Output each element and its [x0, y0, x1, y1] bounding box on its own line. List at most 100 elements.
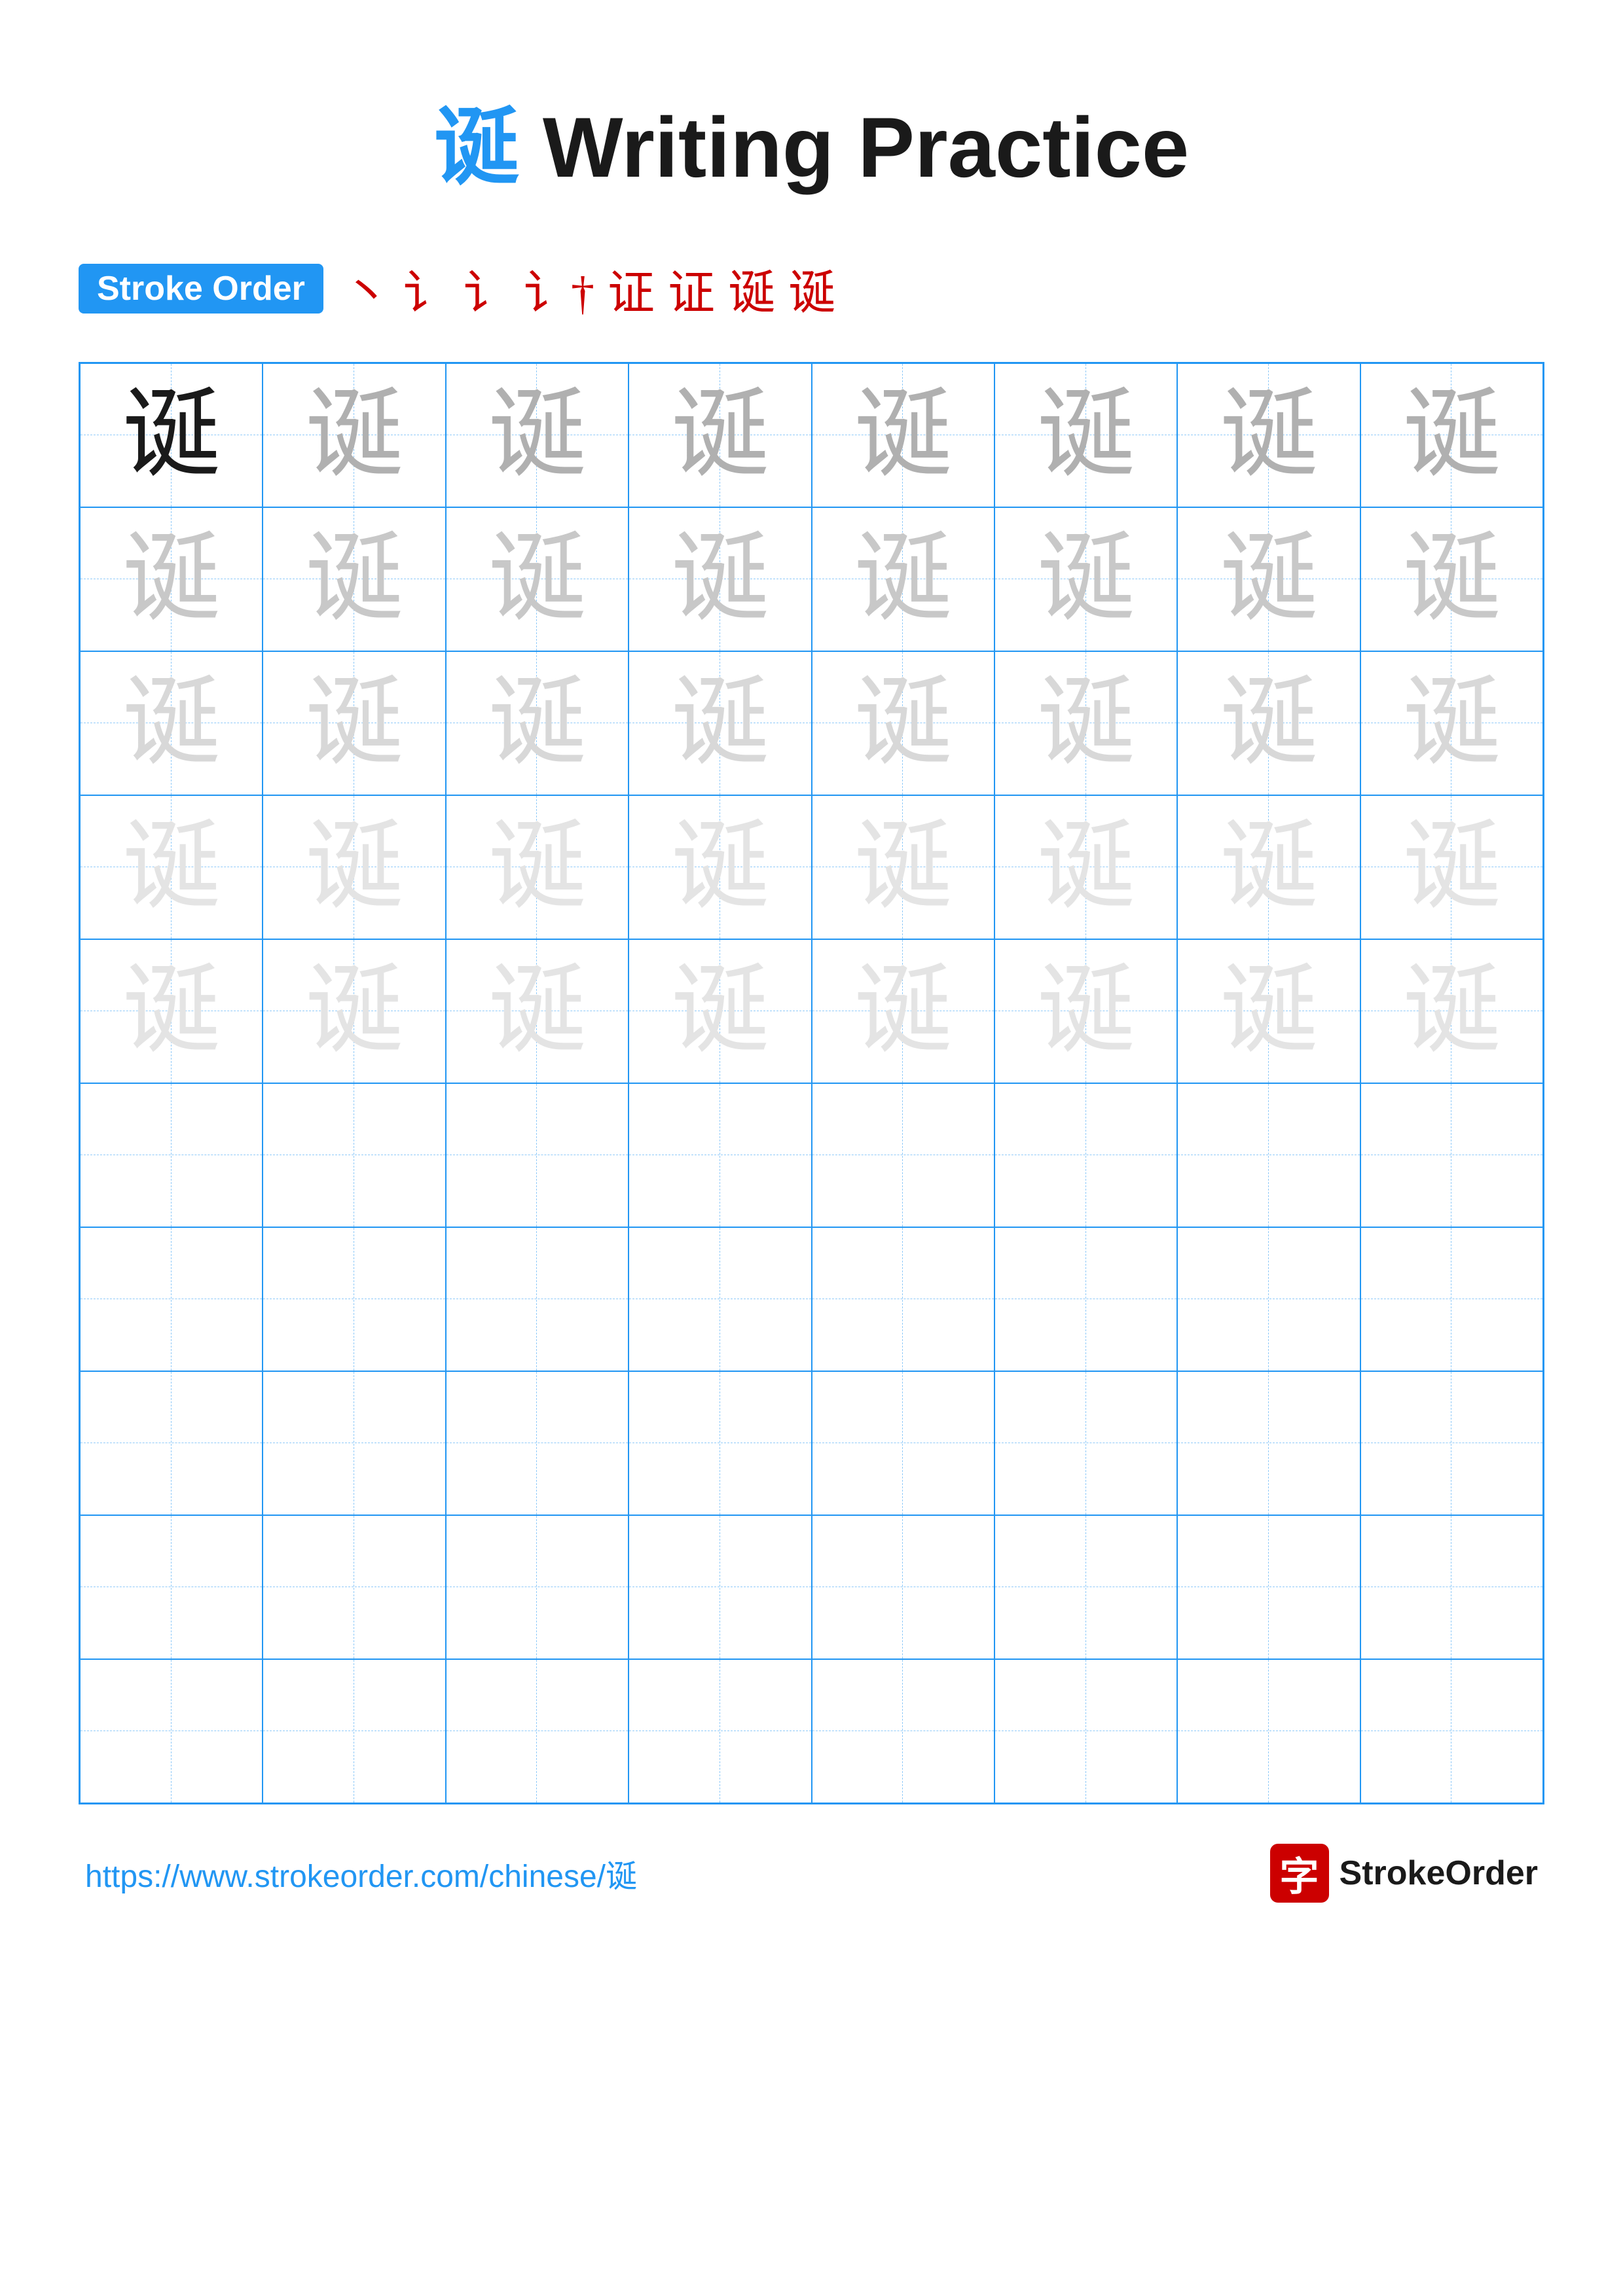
grid-cell-r3c4[interactable]: 诞 — [629, 651, 811, 795]
practice-char: 诞 — [305, 962, 403, 1060]
grid-cell-r1c3[interactable]: 诞 — [446, 363, 629, 507]
practice-char: 诞 — [488, 674, 586, 772]
grid-cell-r8c4[interactable] — [629, 1371, 811, 1515]
grid-cell-r9c5[interactable] — [812, 1515, 994, 1659]
grid-cell-r5c1[interactable]: 诞 — [80, 939, 263, 1083]
practice-char: 诞 — [1037, 530, 1135, 628]
grid-cell-r6c6[interactable] — [994, 1083, 1177, 1227]
page-title: 诞 Writing Practice — [79, 79, 1544, 202]
grid-cell-r6c7[interactable] — [1177, 1083, 1360, 1227]
grid-cell-r9c8[interactable] — [1360, 1515, 1543, 1659]
grid-cell-r5c7[interactable]: 诞 — [1177, 939, 1360, 1083]
grid-cell-r2c4[interactable]: 诞 — [629, 507, 811, 651]
grid-cell-r5c5[interactable]: 诞 — [812, 939, 994, 1083]
grid-cell-r2c8[interactable]: 诞 — [1360, 507, 1543, 651]
grid-cell-r7c1[interactable] — [80, 1227, 263, 1371]
grid-cell-r5c6[interactable]: 诞 — [994, 939, 1177, 1083]
practice-char: 诞 — [305, 818, 403, 916]
grid-cell-r1c7[interactable]: 诞 — [1177, 363, 1360, 507]
grid-cell-r9c3[interactable] — [446, 1515, 629, 1659]
grid-cell-r6c1[interactable] — [80, 1083, 263, 1227]
grid-cell-r1c5[interactable]: 诞 — [812, 363, 994, 507]
footer-url[interactable]: https://www.strokeorder.com/chinese/诞 — [85, 1850, 637, 1896]
grid-cell-r10c4[interactable] — [629, 1659, 811, 1803]
stroke-step-1: 丶 — [343, 254, 390, 323]
grid-cell-r10c1[interactable] — [80, 1659, 263, 1803]
grid-cell-r3c2[interactable]: 诞 — [263, 651, 445, 795]
grid-cell-r2c2[interactable]: 诞 — [263, 507, 445, 651]
grid-cell-r6c3[interactable] — [446, 1083, 629, 1227]
grid-cell-r5c4[interactable]: 诞 — [629, 939, 811, 1083]
grid-cell-r9c1[interactable] — [80, 1515, 263, 1659]
grid-cell-r1c1[interactable]: 诞 — [80, 363, 263, 507]
grid-cell-r10c5[interactable] — [812, 1659, 994, 1803]
grid-cell-r1c4[interactable]: 诞 — [629, 363, 811, 507]
grid-cell-r2c6[interactable]: 诞 — [994, 507, 1177, 651]
practice-char: 诞 — [1037, 818, 1135, 916]
practice-char: 诞 — [854, 674, 952, 772]
grid-cell-r1c6[interactable]: 诞 — [994, 363, 1177, 507]
grid-cell-r3c6[interactable]: 诞 — [994, 651, 1177, 795]
grid-cell-r6c4[interactable] — [629, 1083, 811, 1227]
grid-cell-r4c4[interactable]: 诞 — [629, 795, 811, 939]
grid-cell-r4c5[interactable]: 诞 — [812, 795, 994, 939]
grid-cell-r9c6[interactable] — [994, 1515, 1177, 1659]
grid-cell-r7c3[interactable] — [446, 1227, 629, 1371]
grid-cell-r7c5[interactable] — [812, 1227, 994, 1371]
grid-cell-r8c7[interactable] — [1177, 1371, 1360, 1515]
grid-cell-r6c5[interactable] — [812, 1083, 994, 1227]
grid-cell-r4c1[interactable]: 诞 — [80, 795, 263, 939]
grid-cell-r1c2[interactable]: 诞 — [263, 363, 445, 507]
grid-cell-r5c8[interactable]: 诞 — [1360, 939, 1543, 1083]
grid-cell-r3c8[interactable]: 诞 — [1360, 651, 1543, 795]
grid-cell-r10c6[interactable] — [994, 1659, 1177, 1803]
grid-cell-r4c2[interactable]: 诞 — [263, 795, 445, 939]
grid-cell-r7c6[interactable] — [994, 1227, 1177, 1371]
practice-char: 诞 — [122, 818, 221, 916]
grid-cell-r10c3[interactable] — [446, 1659, 629, 1803]
grid-cell-r8c1[interactable] — [80, 1371, 263, 1515]
grid-cell-r1c8[interactable]: 诞 — [1360, 363, 1543, 507]
grid-cell-r10c2[interactable] — [263, 1659, 445, 1803]
practice-char: 诞 — [1220, 818, 1318, 916]
grid-cell-r9c2[interactable] — [263, 1515, 445, 1659]
grid-cell-r7c8[interactable] — [1360, 1227, 1543, 1371]
grid-cell-r8c2[interactable] — [263, 1371, 445, 1515]
grid-cell-r3c5[interactable]: 诞 — [812, 651, 994, 795]
grid-cell-r4c3[interactable]: 诞 — [446, 795, 629, 939]
practice-char: 诞 — [488, 386, 586, 484]
practice-char: 诞 — [1037, 386, 1135, 484]
grid-cell-r3c1[interactable]: 诞 — [80, 651, 263, 795]
practice-char: 诞 — [1402, 818, 1501, 916]
grid-cell-r7c2[interactable] — [263, 1227, 445, 1371]
grid-cell-r2c1[interactable]: 诞 — [80, 507, 263, 651]
footer: https://www.strokeorder.com/chinese/诞 字 … — [79, 1844, 1544, 1903]
grid-cell-r3c3[interactable]: 诞 — [446, 651, 629, 795]
grid-cell-r9c4[interactable] — [629, 1515, 811, 1659]
grid-cell-r4c6[interactable]: 诞 — [994, 795, 1177, 939]
grid-cell-r6c8[interactable] — [1360, 1083, 1543, 1227]
grid-cell-r3c7[interactable]: 诞 — [1177, 651, 1360, 795]
grid-cell-r9c7[interactable] — [1177, 1515, 1360, 1659]
grid-cell-r5c3[interactable]: 诞 — [446, 939, 629, 1083]
grid-cell-r8c8[interactable] — [1360, 1371, 1543, 1515]
grid-cell-r8c5[interactable] — [812, 1371, 994, 1515]
practice-char: 诞 — [305, 674, 403, 772]
grid-cell-r4c7[interactable]: 诞 — [1177, 795, 1360, 939]
grid-cell-r5c2[interactable]: 诞 — [263, 939, 445, 1083]
grid-cell-r7c4[interactable] — [629, 1227, 811, 1371]
grid-cell-r2c3[interactable]: 诞 — [446, 507, 629, 651]
practice-char: 诞 — [854, 818, 952, 916]
grid-cell-r7c7[interactable] — [1177, 1227, 1360, 1371]
grid-cell-r10c7[interactable] — [1177, 1659, 1360, 1803]
practice-char: 诞 — [1402, 386, 1501, 484]
grid-cell-r6c2[interactable] — [263, 1083, 445, 1227]
grid-cell-r8c3[interactable] — [446, 1371, 629, 1515]
grid-cell-r8c6[interactable] — [994, 1371, 1177, 1515]
grid-cell-r10c8[interactable] — [1360, 1659, 1543, 1803]
grid-cell-r4c8[interactable]: 诞 — [1360, 795, 1543, 939]
logo-icon: 字 — [1270, 1844, 1329, 1903]
grid-cell-r2c7[interactable]: 诞 — [1177, 507, 1360, 651]
practice-char: 诞 — [1220, 962, 1318, 1060]
grid-cell-r2c5[interactable]: 诞 — [812, 507, 994, 651]
